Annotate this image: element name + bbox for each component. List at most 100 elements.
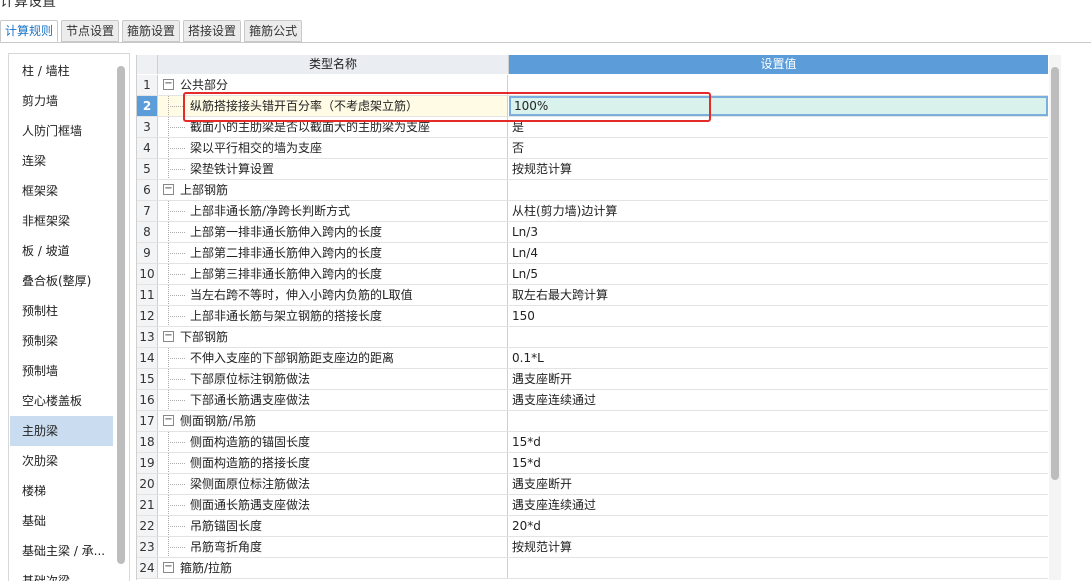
table-row[interactable]: 7 上部非通长筋/净跨长判断方式 从柱(剪力墙)边计算 — [137, 201, 1048, 222]
table-row[interactable]: 8 上部第一排非通长筋伸入跨内的长度 Ln/3 — [137, 222, 1048, 243]
category-row[interactable]: 17− 侧面钢筋/吊筋 — [137, 411, 1048, 432]
sidebar-item[interactable]: 次肋梁 — [10, 446, 113, 476]
tab-3[interactable]: 搭接设置 — [183, 20, 242, 42]
row-name-cell[interactable]: 吊筋锚固长度 — [158, 516, 508, 536]
row-value-cell[interactable]: 15*d — [509, 432, 1048, 452]
table-row[interactable]: 23 吊筋弯折角度 按规范计算 — [137, 537, 1048, 558]
row-value-cell[interactable]: 遇支座断开 — [509, 474, 1048, 494]
row-name-cell[interactable]: 不伸入支座的下部钢筋距支座边的距离 — [158, 348, 508, 368]
minus-box-icon[interactable]: − — [163, 415, 174, 426]
row-value-cell[interactable]: 取左右最大跨计算 — [509, 285, 1048, 305]
sidebar-item[interactable]: 主肋梁 — [10, 416, 113, 446]
category-row[interactable]: 6− 上部钢筋 — [137, 180, 1048, 201]
row-value-cell[interactable]: 150 — [509, 306, 1048, 326]
column-header-value[interactable]: 设置值 — [509, 55, 1048, 74]
category-row[interactable]: 1− 公共部分 — [137, 75, 1048, 96]
row-name-cell[interactable]: 上部第一排非通长筋伸入跨内的长度 — [158, 222, 508, 242]
table-row[interactable]: 14 不伸入支座的下部钢筋距支座边的距离 0.1*L — [137, 348, 1048, 369]
table-row[interactable]: 3 截面小的主肋梁是否以截面大的主肋梁为支座 是 — [137, 117, 1048, 138]
row-name-cell[interactable]: 上部非通长筋/净跨长判断方式 — [158, 201, 508, 221]
sidebar-item[interactable]: 基础次梁 — [10, 566, 113, 581]
row-value-cell[interactable]: 从柱(剪力墙)边计算 — [509, 201, 1048, 221]
minus-box-icon[interactable]: − — [163, 331, 174, 342]
row-name-cell[interactable]: − 公共部分 — [158, 75, 508, 95]
category-row[interactable]: 24− 箍筋/拉筋 — [137, 558, 1048, 579]
row-name-cell[interactable]: 吊筋弯折角度 — [158, 537, 508, 557]
row-name-cell[interactable]: − 上部钢筋 — [158, 180, 508, 200]
row-value-cell[interactable]: 否 — [509, 138, 1048, 158]
sidebar-item[interactable]: 人防门框墙 — [10, 116, 113, 146]
table-row[interactable]: 5 梁垫铁计算设置 按规范计算 — [137, 159, 1048, 180]
row-value-cell[interactable]: 遇支座连续通过 — [509, 390, 1048, 410]
row-name-cell[interactable]: 当左右跨不等时，伸入小跨内负筋的L取值 — [158, 285, 508, 305]
table-row[interactable]: 19 侧面构造筋的搭接长度 15*d — [137, 453, 1048, 474]
setting-label: 上部第二排非通长筋伸入跨内的长度 — [190, 246, 383, 260]
row-name-cell[interactable]: − 下部钢筋 — [158, 327, 508, 347]
row-value-cell[interactable]: 0.1*L — [509, 348, 1048, 368]
sidebar-item[interactable]: 楼梯 — [10, 476, 113, 506]
row-name-cell[interactable]: 侧面通长筋遇支座做法 — [158, 495, 508, 515]
tab-0[interactable]: 计算规则 — [0, 20, 59, 42]
row-name-cell[interactable]: 梁垫铁计算设置 — [158, 159, 508, 179]
sidebar-item[interactable]: 板 / 坡道 — [10, 236, 113, 266]
sidebar-item[interactable]: 基础 — [10, 506, 113, 536]
row-value-cell[interactable]: Ln/4 — [509, 243, 1048, 263]
sidebar-item[interactable]: 预制柱 — [10, 296, 113, 326]
row-value-cell[interactable]: 15*d — [509, 453, 1048, 473]
tab-1[interactable]: 节点设置 — [61, 20, 120, 42]
sidebar-item[interactable]: 叠合板(整厚) — [10, 266, 113, 296]
row-value-cell[interactable]: Ln/5 — [509, 264, 1048, 284]
table-row[interactable]: 21 侧面通长筋遇支座做法 遇支座连续通过 — [137, 495, 1048, 516]
row-name-cell[interactable]: 梁侧面原位标注筋做法 — [158, 474, 508, 494]
sidebar-scrollbar[interactable] — [117, 66, 125, 564]
tab-4[interactable]: 箍筋公式 — [244, 20, 303, 42]
value-edit-cell[interactable]: 100% — [509, 96, 1048, 116]
row-value-cell[interactable]: 按规范计算 — [509, 537, 1048, 557]
table-row[interactable]: 9 上部第二排非通长筋伸入跨内的长度 Ln/4 — [137, 243, 1048, 264]
row-name-cell[interactable]: 梁以平行相交的墙为支座 — [158, 138, 508, 158]
sidebar-item[interactable]: 剪力墙 — [10, 86, 113, 116]
sidebar-item[interactable]: 框架梁 — [10, 176, 113, 206]
table-row[interactable]: 22 吊筋锚固长度 20*d — [137, 516, 1048, 537]
table-row[interactable]: 20 梁侧面原位标注筋做法 遇支座断开 — [137, 474, 1048, 495]
row-name-cell[interactable]: − 箍筋/拉筋 — [158, 558, 508, 578]
row-name-cell[interactable]: 上部第三排非通长筋伸入跨内的长度 — [158, 264, 508, 284]
sidebar-item[interactable]: 预制墙 — [10, 356, 113, 386]
minus-box-icon[interactable]: − — [163, 184, 174, 195]
row-name-cell[interactable]: 上部第二排非通长筋伸入跨内的长度 — [158, 243, 508, 263]
tab-2[interactable]: 箍筋设置 — [122, 20, 181, 42]
table-row[interactable]: 16 下部通长筋遇支座做法 遇支座连续通过 — [137, 390, 1048, 411]
row-value-cell[interactable]: 遇支座断开 — [509, 369, 1048, 389]
minus-box-icon[interactable]: − — [163, 79, 174, 90]
sidebar-item[interactable]: 空心楼盖板 — [10, 386, 113, 416]
table-row[interactable]: 15 下部原位标注钢筋做法 遇支座断开 — [137, 369, 1048, 390]
row-name-cell[interactable]: 截面小的主肋梁是否以截面大的主肋梁为支座 — [158, 117, 508, 137]
table-row[interactable]: 10 上部第三排非通长筋伸入跨内的长度 Ln/5 — [137, 264, 1048, 285]
row-name-cell[interactable]: 上部非通长筋与架立钢筋的搭接长度 — [158, 306, 508, 326]
row-value-cell[interactable]: 遇支座连续通过 — [509, 495, 1048, 515]
sidebar-item[interactable]: 非框架梁 — [10, 206, 113, 236]
row-value-cell[interactable]: 20*d — [509, 516, 1048, 536]
table-row[interactable]: 18 侧面构造筋的锚固长度 15*d — [137, 432, 1048, 453]
row-name-cell[interactable]: 下部原位标注钢筋做法 — [158, 369, 508, 389]
grid-scrollbar[interactable] — [1051, 67, 1059, 480]
minus-box-icon[interactable]: − — [163, 562, 174, 573]
sidebar-item[interactable]: 预制梁 — [10, 326, 113, 356]
category-row[interactable]: 13− 下部钢筋 — [137, 327, 1048, 348]
table-row[interactable]: 2 纵筋搭接接头错开百分率（不考虑架立筋） 100% — [137, 96, 1048, 117]
row-value-cell[interactable]: 是 — [509, 117, 1048, 137]
sidebar-item[interactable]: 基础主梁 / 承... — [10, 536, 113, 566]
column-header-name[interactable]: 类型名称 — [158, 55, 509, 74]
table-row[interactable]: 4 梁以平行相交的墙为支座 否 — [137, 138, 1048, 159]
row-name-cell[interactable]: 下部通长筋遇支座做法 — [158, 390, 508, 410]
row-name-cell[interactable]: 纵筋搭接接头错开百分率（不考虑架立筋） — [158, 96, 508, 116]
row-value-cell[interactable]: 按规范计算 — [509, 159, 1048, 179]
row-name-cell[interactable]: 侧面构造筋的锚固长度 — [158, 432, 508, 452]
row-name-cell[interactable]: 侧面构造筋的搭接长度 — [158, 453, 508, 473]
sidebar-item[interactable]: 柱 / 墙柱 — [10, 56, 113, 86]
sidebar-item[interactable]: 连梁 — [10, 146, 113, 176]
row-name-cell[interactable]: − 侧面钢筋/吊筋 — [158, 411, 508, 431]
table-row[interactable]: 12 上部非通长筋与架立钢筋的搭接长度 150 — [137, 306, 1048, 327]
row-value-cell[interactable]: Ln/3 — [509, 222, 1048, 242]
table-row[interactable]: 11 当左右跨不等时，伸入小跨内负筋的L取值 取左右最大跨计算 — [137, 285, 1048, 306]
